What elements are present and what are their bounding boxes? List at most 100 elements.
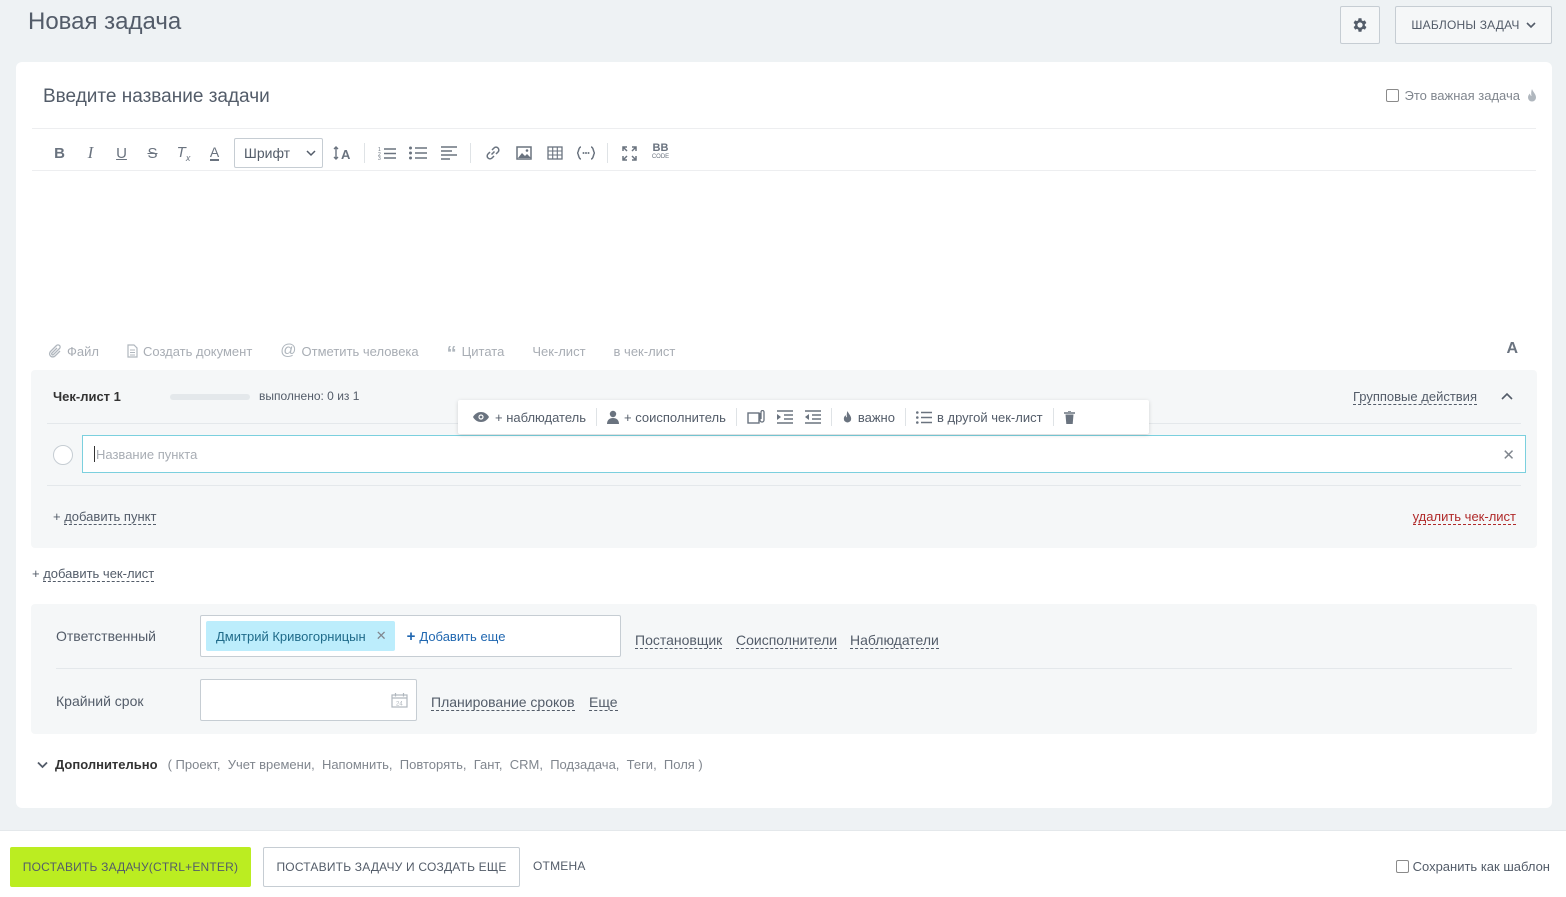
- task-title-input[interactable]: Введите название задачи: [43, 86, 270, 108]
- save-as-template-checkbox[interactable]: [1395, 860, 1409, 873]
- outdent-button[interactable]: [799, 410, 827, 424]
- creator-link[interactable]: Постановщик: [635, 632, 723, 649]
- toolbar-divider: [364, 143, 365, 163]
- add-observer-label: + наблюдатель: [495, 409, 587, 425]
- indent-button[interactable]: [771, 410, 799, 424]
- bbcode-sub: CODE: [651, 154, 670, 160]
- checklist-block: Чек-лист 1 выполнено: 0 из 1 Групповые д…: [31, 370, 1537, 548]
- font-select[interactable]: Шрифт: [234, 138, 323, 168]
- responsible-field[interactable]: Дмитрий Кривогорницын ✕ + Добавить еще: [200, 615, 621, 657]
- paperclip-icon: [48, 343, 61, 358]
- code-button[interactable]: [570, 139, 601, 167]
- group-actions-link[interactable]: Групповые действия: [1352, 389, 1477, 405]
- move-to-checklist-button[interactable]: в другой чек-лист: [910, 410, 1049, 425]
- gear-icon: [1353, 18, 1367, 32]
- strikethrough-button[interactable]: S: [137, 139, 168, 167]
- quote-icon: “: [446, 343, 457, 365]
- checklist-item-popup: + наблюдатель + соисполнитель важно в др…: [458, 400, 1149, 434]
- bold-button[interactable]: B: [44, 139, 75, 167]
- fullscreen-button[interactable]: [614, 139, 645, 167]
- attach-icon: [747, 410, 765, 424]
- mark-important-button[interactable]: важно: [836, 410, 901, 425]
- task-templates-label: ШАБЛОНЫ ЗАДАЧ: [1411, 18, 1520, 32]
- add-checklist-plus: +: [32, 566, 44, 581]
- attach-file-button[interactable]: Файл: [48, 344, 99, 359]
- image-button[interactable]: [508, 139, 539, 167]
- align-button[interactable]: [433, 139, 464, 167]
- bbcode-icon: BB: [652, 142, 669, 154]
- submit-task-button[interactable]: ПОСТАВИТЬ ЗАДАЧУ(CTRL+ENTER): [10, 847, 251, 887]
- time-planning-link[interactable]: Планирование сроков: [431, 694, 575, 711]
- font-size-button[interactable]: A: [327, 139, 358, 167]
- checklist-progress-bar: [170, 394, 250, 400]
- text-color-button[interactable]: A: [199, 139, 230, 167]
- additional-section[interactable]: Дополнительно ( Проект, Учет времени, На…: [37, 757, 703, 772]
- ordered-list-button[interactable]: 123: [371, 139, 402, 167]
- clear-format-button[interactable]: Tx: [168, 139, 199, 167]
- divider: [32, 128, 1536, 129]
- divider: [56, 668, 1512, 669]
- italic-button[interactable]: I: [75, 139, 106, 167]
- toolbar-toggle-button[interactable]: A: [1506, 340, 1518, 358]
- font-select-value: Шрифт: [244, 145, 291, 161]
- strikethrough-icon: S: [147, 144, 158, 162]
- delete-item-button[interactable]: [1058, 410, 1081, 424]
- document-icon: [127, 344, 138, 358]
- ordered-list-icon: 123: [378, 147, 396, 160]
- collapse-button[interactable]: [1501, 388, 1513, 403]
- code-icon: [576, 146, 595, 160]
- observers-link[interactable]: Наблюдатели: [850, 632, 939, 649]
- underline-button[interactable]: U: [106, 139, 137, 167]
- move-to-checklist-label: в другой чек-лист: [936, 409, 1043, 425]
- cancel-button[interactable]: ОТМЕНА: [533, 859, 586, 873]
- add-observer-button[interactable]: + наблюдатель: [466, 410, 592, 425]
- indent-icon: [776, 410, 793, 424]
- remove-user-icon[interactable]: ✕: [376, 628, 387, 644]
- checklist-item-input[interactable]: Название пункта ✕: [82, 435, 1526, 473]
- deadline-input[interactable]: 24: [200, 679, 417, 721]
- add-item-link[interactable]: + добавить пункт: [53, 509, 157, 525]
- important-checkbox-row[interactable]: Это важная задача: [1385, 88, 1538, 103]
- add-coexecutor-button[interactable]: + соисполнитель: [601, 410, 732, 425]
- link-button[interactable]: [477, 139, 508, 167]
- save-as-template-row[interactable]: Сохранить как шаблон: [1395, 859, 1550, 874]
- table-button[interactable]: [539, 139, 570, 167]
- checklist-progress-text: выполнено: 0 из 1: [259, 389, 360, 403]
- description-editor[interactable]: [32, 172, 1536, 332]
- footer-bar: ПОСТАВИТЬ ЗАДАЧУ(CTRL+ENTER) ПОСТАВИТЬ З…: [0, 830, 1566, 897]
- bullet-list-icon: [408, 146, 427, 160]
- attach-bar: Файл Создать документ @ Отметить человек…: [48, 342, 676, 365]
- bbcode-button[interactable]: BB CODE: [645, 139, 676, 167]
- more-link[interactable]: Еще: [589, 694, 618, 711]
- checklist-item-placeholder: Название пункта: [96, 446, 198, 462]
- task-templates-button[interactable]: ШАБЛОНЫ ЗАДАЧ: [1395, 6, 1552, 44]
- responsible-label: Ответственный: [56, 628, 156, 644]
- checklist-button[interactable]: Чек-лист: [532, 344, 585, 359]
- clear-icon[interactable]: ✕: [1502, 446, 1515, 464]
- important-label: Это важная задача: [1404, 88, 1520, 103]
- settings-button[interactable]: [1340, 6, 1380, 44]
- checklist-item-checkbox[interactable]: [53, 445, 73, 465]
- svg-text:3: 3: [378, 156, 381, 160]
- popup-divider: [1052, 408, 1054, 426]
- to-checklist-button[interactable]: в чек-лист: [614, 344, 676, 359]
- checklist-title[interactable]: Чек-лист 1: [53, 389, 121, 404]
- submit-and-create-button[interactable]: ПОСТАВИТЬ ЗАДАЧУ И СОЗДАТЬ ЕЩЕ: [263, 847, 520, 887]
- important-checkbox[interactable]: [1385, 89, 1399, 102]
- add-checklist-label: добавить чек-лист: [43, 566, 155, 582]
- bullet-list-button[interactable]: [402, 139, 433, 167]
- svg-text:A: A: [341, 147, 351, 160]
- editor-toolbar: B I U S Tx A Шрифт A 123 BB CODE: [44, 135, 676, 171]
- create-document-button[interactable]: Создать документ: [127, 344, 252, 359]
- add-more-button[interactable]: + Добавить еще: [407, 628, 506, 645]
- task-form-card: Введите название задачи Это важная задач…: [16, 62, 1552, 808]
- quote-button[interactable]: “ Цитата: [446, 343, 505, 365]
- attach-to-item-button[interactable]: [741, 410, 771, 424]
- user-chip[interactable]: Дмитрий Кривогорницын ✕: [206, 621, 395, 651]
- add-checklist-link[interactable]: + добавить чек-лист: [32, 566, 155, 582]
- font-size-icon: A: [333, 146, 351, 160]
- coexecutors-link[interactable]: Соисполнители: [736, 632, 838, 649]
- delete-checklist-link[interactable]: удалить чек-лист: [1412, 509, 1516, 525]
- add-coexecutor-label: + соисполнитель: [624, 409, 726, 425]
- mention-button[interactable]: @ Отметить человека: [280, 342, 418, 360]
